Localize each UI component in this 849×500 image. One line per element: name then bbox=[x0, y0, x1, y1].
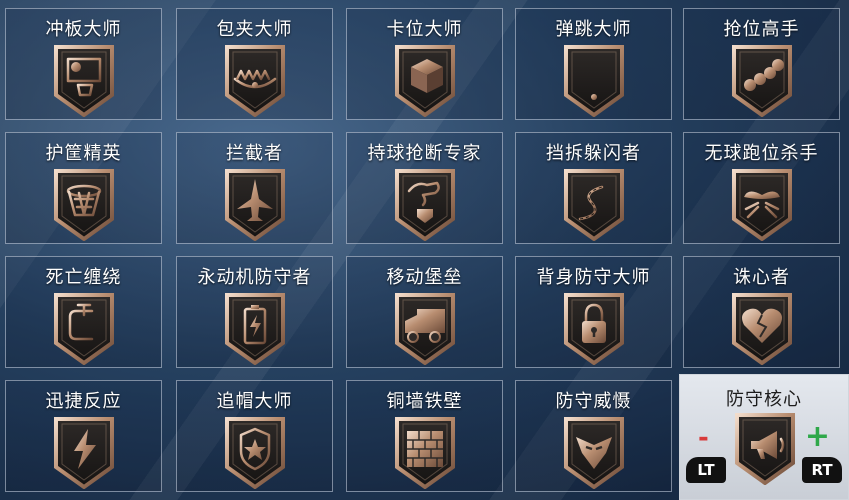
badge-card[interactable]: 护筐精英 bbox=[5, 132, 162, 244]
block-cube-icon bbox=[395, 45, 455, 117]
eagle-icon bbox=[564, 417, 624, 489]
badge-label: 挡拆躲闪者 bbox=[546, 143, 641, 164]
badge-card[interactable]: 移动堡垒 bbox=[346, 256, 503, 368]
badge-card[interactable]: 拦截者 bbox=[176, 132, 333, 244]
badge-card[interactable]: 抢位高手 bbox=[683, 8, 840, 120]
badge-label: 移动堡垒 bbox=[386, 267, 463, 288]
lightning-icon bbox=[54, 417, 114, 489]
badge-card[interactable]: 卡位大师 bbox=[346, 8, 503, 120]
hoop-net-icon bbox=[54, 169, 114, 241]
badge-label: 铜墙铁壁 bbox=[386, 391, 463, 412]
badge-card[interactable]: 背身防守大师 bbox=[515, 256, 672, 368]
selected-badge-card[interactable]: 防守核心 - + LT RT bbox=[679, 374, 849, 500]
badge-card[interactable]: 无球跑位杀手 bbox=[683, 132, 840, 244]
badge-label: 迅捷反应 bbox=[45, 391, 122, 412]
selected-badge-label: 防守核心 bbox=[726, 389, 802, 410]
battery-icon bbox=[225, 293, 285, 365]
selected-badge-slot bbox=[733, 413, 797, 489]
truck-icon bbox=[395, 293, 455, 365]
mosquito-icon bbox=[732, 169, 792, 241]
badge-card[interactable]: 包夹大师 bbox=[176, 8, 333, 120]
decrease-button[interactable]: - bbox=[698, 423, 709, 453]
badge-label: 永动机防守者 bbox=[197, 267, 312, 288]
badge-card[interactable]: 迅捷反应 bbox=[5, 380, 162, 492]
badge-label: 抢位高手 bbox=[723, 19, 800, 40]
badge-card[interactable]: 防守威慑 bbox=[515, 380, 672, 492]
badge-label: 拦截者 bbox=[226, 143, 283, 164]
badge-label: 护筐精英 bbox=[45, 143, 122, 164]
badge-card[interactable]: 挡拆躲闪者 bbox=[515, 132, 672, 244]
badge-label: 背身防守大师 bbox=[536, 267, 651, 288]
increase-button[interactable]: + bbox=[805, 419, 830, 454]
badge-label: 追帽大师 bbox=[216, 391, 293, 412]
padlock-icon bbox=[564, 293, 624, 365]
badge-label: 包夹大师 bbox=[216, 19, 293, 40]
lt-button-hint[interactable]: LT bbox=[686, 457, 726, 483]
megaphone-icon bbox=[735, 413, 795, 486]
badge-card[interactable]: 弹跳大师 bbox=[515, 8, 672, 120]
broken-heart-icon bbox=[732, 293, 792, 365]
badge-grid: 冲板大师 包夹大师 卡位大师 弹跳大师 抢位高手护筐精英 拦截者 持球抢断专家 挡拆躲闪者 无球… bbox=[0, 0, 849, 500]
badge-card[interactable]: 诛心者 bbox=[683, 256, 840, 368]
badge-card[interactable]: 持球抢断专家 bbox=[346, 132, 503, 244]
badge-label: 卡位大师 bbox=[386, 19, 463, 40]
winding-road-icon bbox=[564, 169, 624, 241]
fighter-jet-icon bbox=[225, 169, 285, 241]
badge-label: 防守威慑 bbox=[555, 391, 632, 412]
badge-label: 冲板大师 bbox=[45, 19, 122, 40]
badge-label: 诛心者 bbox=[733, 267, 790, 288]
badge-label: 无球跑位杀手 bbox=[704, 143, 819, 164]
backboard-icon bbox=[54, 45, 114, 117]
clamp-icon bbox=[54, 293, 114, 365]
badge-label: 死亡缠绕 bbox=[45, 267, 122, 288]
pogo-stick-icon bbox=[564, 45, 624, 117]
badge-card[interactable]: 永动机防守者 bbox=[176, 256, 333, 368]
bear-trap-icon bbox=[225, 45, 285, 117]
hand-grab-icon bbox=[395, 169, 455, 241]
badge-card[interactable]: 铜墙铁壁 bbox=[346, 380, 503, 492]
police-badge-icon bbox=[225, 417, 285, 489]
badge-card[interactable]: 追帽大师 bbox=[176, 380, 333, 492]
worm-icon bbox=[732, 45, 792, 117]
badge-label: 弹跳大师 bbox=[555, 19, 632, 40]
badge-card[interactable]: 冲板大师 bbox=[5, 8, 162, 120]
badge-card[interactable]: 死亡缠绕 bbox=[5, 256, 162, 368]
brick-wall-icon bbox=[395, 417, 455, 489]
rt-button-hint[interactable]: RT bbox=[802, 457, 842, 483]
badge-label: 持球抢断专家 bbox=[367, 143, 482, 164]
